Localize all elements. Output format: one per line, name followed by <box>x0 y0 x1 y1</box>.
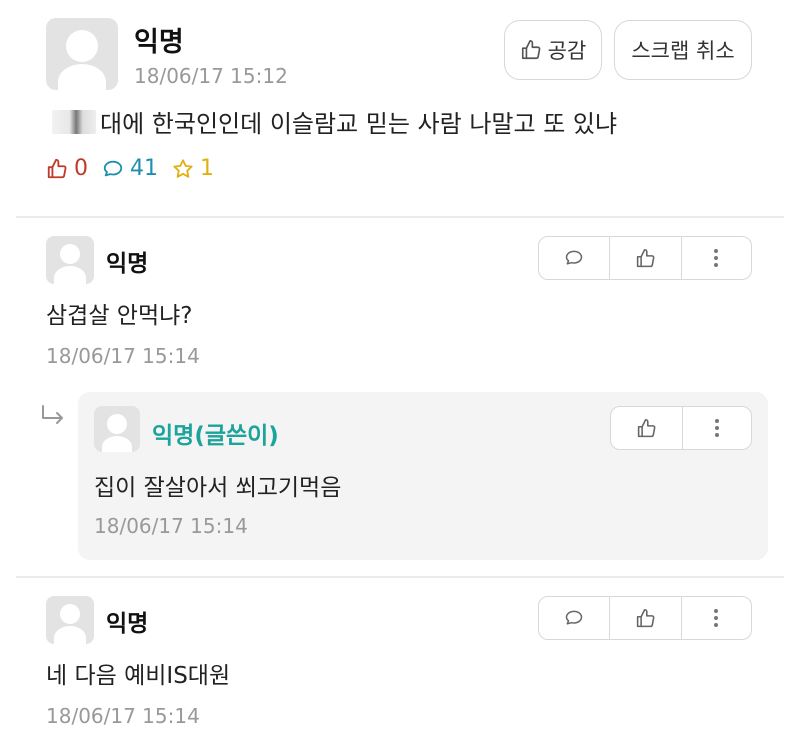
comment-count: 41 <box>102 156 158 181</box>
thumbs-up-icon <box>637 418 656 437</box>
reply-timestamp: 18/06/17 15:14 <box>94 514 248 538</box>
more-options-button[interactable] <box>683 407 750 449</box>
thumbs-up-icon <box>636 248 655 267</box>
post-content: 대에 한국인인데 이슬람교 믿는 사람 나말고 또 있냐 <box>52 104 617 139</box>
comment-author-name: 익명 <box>106 611 149 637</box>
post: 익명 18/06/17 15:12 공감 스크랩 취소 대에 한국인인데 이슬람… <box>0 0 800 218</box>
comment-timestamp: 18/06/17 15:14 <box>46 704 200 728</box>
reply-text: 집이 잘살아서 쐬고기먹음 <box>94 475 342 501</box>
speech-bubble-icon <box>565 610 583 625</box>
comment-actions <box>538 236 752 280</box>
star-icon <box>173 158 193 178</box>
reply-like-button[interactable] <box>611 407 683 449</box>
comment-text: 삼겹살 안먹냐? <box>46 303 193 329</box>
post-author-avatar <box>46 18 118 90</box>
reply: 익명(글쓴이) 집이 잘살아서 쐬고기먹음 18/06/17 15:14 <box>78 392 768 560</box>
comment-author-avatar <box>46 236 94 284</box>
more-vertical-icon <box>714 419 719 437</box>
reply-author-avatar <box>94 406 140 452</box>
post-author-name: 익명 <box>134 27 184 58</box>
comment-actions <box>538 596 752 640</box>
scrap-count: 1 <box>172 156 214 181</box>
thumbs-up-icon <box>521 40 541 60</box>
speech-bubble-icon <box>565 250 583 265</box>
blurred-text <box>52 109 96 134</box>
comment-timestamp: 18/06/17 15:14 <box>46 344 200 368</box>
post-content-text: 대에 한국인인데 이슬람교 믿는 사람 나말고 또 있냐 <box>100 110 618 138</box>
like-button-label: 공감 <box>547 39 587 63</box>
reply-button[interactable] <box>539 237 610 279</box>
more-vertical-icon <box>714 609 718 627</box>
thumbs-up-icon <box>47 158 67 178</box>
thumbs-up-icon <box>636 608 655 627</box>
divider <box>16 216 784 218</box>
scrap-cancel-button[interactable]: 스크랩 취소 <box>614 20 752 80</box>
like-button[interactable]: 공감 <box>504 20 602 80</box>
more-options-button[interactable] <box>682 237 750 279</box>
reply-author-name: 익명(글쓴이) <box>152 423 279 449</box>
reply-actions <box>610 406 752 450</box>
reply-button[interactable] <box>539 597 610 639</box>
post-timestamp: 18/06/17 15:12 <box>134 64 288 88</box>
like-count: 0 <box>46 156 88 181</box>
scrap-button-label: 스크랩 취소 <box>631 39 735 63</box>
reply-arrow-icon <box>42 405 63 424</box>
comment-like-button[interactable] <box>610 597 682 639</box>
comment-author-avatar <box>46 596 94 644</box>
more-options-button[interactable] <box>682 597 750 639</box>
comment-text: 네 다음 예비IS대원 <box>46 663 231 689</box>
comment-author-name: 익명 <box>106 251 149 277</box>
divider <box>16 576 784 578</box>
comment-like-button[interactable] <box>610 237 682 279</box>
speech-bubble-icon <box>103 160 123 176</box>
more-vertical-icon <box>714 249 718 267</box>
post-stats: 0 41 1 <box>46 156 228 181</box>
